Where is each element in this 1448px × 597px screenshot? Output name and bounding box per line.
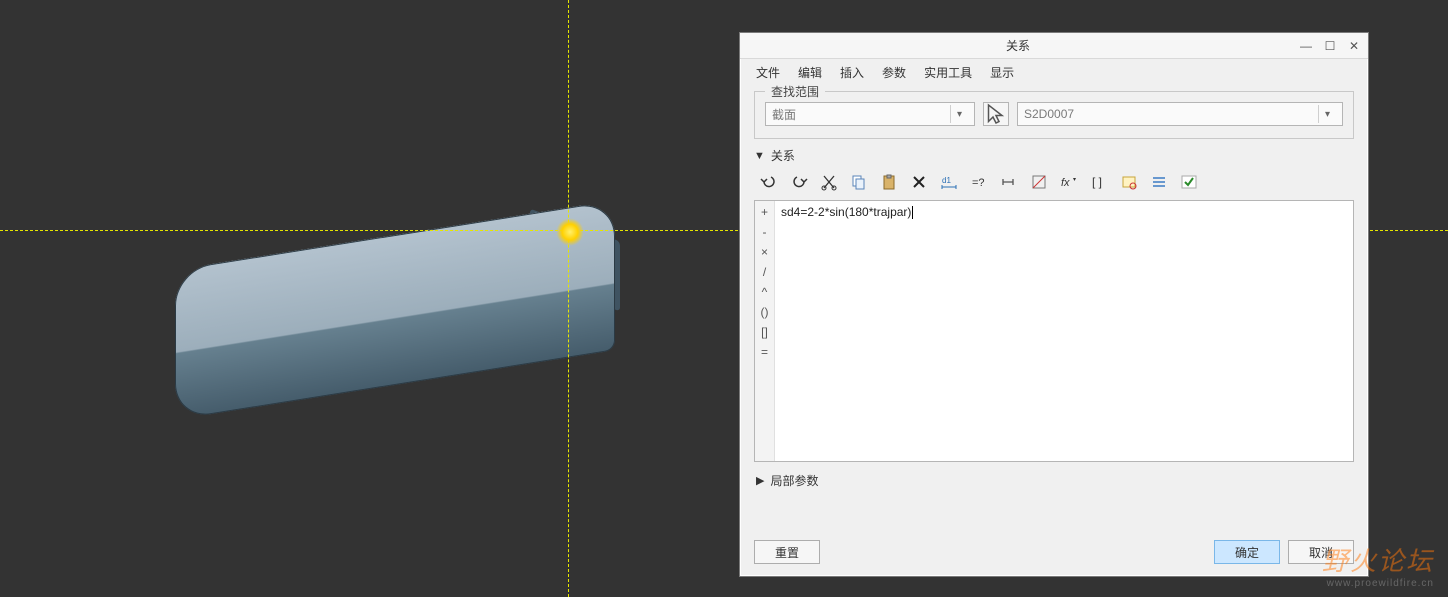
copy-button[interactable] — [846, 170, 872, 194]
delete-button[interactable] — [906, 170, 932, 194]
goto-button[interactable] — [996, 170, 1022, 194]
svg-text:fx: fx — [1061, 177, 1070, 189]
svg-text:d1: d1 — [942, 176, 951, 185]
dimension-button[interactable]: d1 — [936, 170, 962, 194]
dialog-title: 关系 — [740, 37, 1296, 54]
scope-fieldset: 查找范围 截面 ▾ S2D0007 ▾ — [754, 91, 1354, 139]
op-mult[interactable]: × — [761, 245, 768, 259]
editor-line-1: sd4=2-2*sin(180*trajpar) — [781, 205, 911, 219]
op-div[interactable]: / — [763, 265, 766, 279]
undo-icon — [760, 173, 778, 191]
local-params-header[interactable]: ▶ 局部参数 — [754, 462, 1354, 499]
menu-params[interactable]: 参数 — [874, 60, 914, 85]
triangle-down-icon: ▼ — [754, 150, 765, 162]
ok-button[interactable]: 确定 — [1214, 540, 1280, 564]
op-eq[interactable]: = — [761, 345, 768, 359]
menubar: 文件 编辑 插入 参数 实用工具 显示 — [740, 59, 1368, 85]
scope-object-combo[interactable]: S2D0007 ▾ — [1017, 102, 1343, 126]
cursor-icon — [984, 102, 1008, 126]
minimize-button[interactable]: — — [1296, 38, 1316, 54]
cut-icon — [820, 173, 838, 191]
svg-text:▾: ▾ — [1073, 177, 1076, 183]
scope-legend: 查找范围 — [765, 83, 825, 100]
relations-dialog: 关系 — ☐ ✕ 文件 编辑 插入 参数 实用工具 显示 查找范围 截面 ▾ S… — [739, 32, 1369, 577]
chevron-down-icon: ▾ — [1318, 105, 1336, 123]
menu-tools[interactable]: 实用工具 — [916, 60, 980, 85]
brackets-button[interactable]: [ ] — [1086, 170, 1112, 194]
redo-icon — [790, 173, 808, 191]
svg-text:=?: =? — [972, 177, 985, 189]
op-plus[interactable]: + — [761, 205, 768, 219]
fx-button[interactable]: fx▾ — [1056, 170, 1082, 194]
menu-edit[interactable]: 编辑 — [790, 60, 830, 85]
svg-text:[ ]: [ ] — [1092, 175, 1102, 189]
maximize-button[interactable]: ☐ — [1320, 38, 1340, 54]
op-paren[interactable]: () — [761, 305, 769, 319]
undo-button[interactable] — [756, 170, 782, 194]
model-part — [175, 200, 615, 420]
dialog-footer: 重置 确定 取消 — [740, 530, 1368, 576]
evaluate-button[interactable]: =? — [966, 170, 992, 194]
verify-button[interactable] — [1176, 170, 1202, 194]
check-icon — [1180, 173, 1198, 191]
redo-button[interactable] — [786, 170, 812, 194]
op-minus[interactable]: - — [763, 225, 767, 239]
operator-gutter: + - × / ^ () [] = — [755, 201, 775, 461]
relations-editor[interactable]: sd4=2-2*sin(180*trajpar) — [775, 201, 1353, 461]
dimension-icon: d1 — [940, 173, 958, 191]
fx-icon: fx▾ — [1060, 173, 1078, 191]
sort-icon — [1150, 173, 1168, 191]
relations-section-label: 关系 — [771, 147, 795, 164]
reset-button[interactable]: 重置 — [754, 540, 820, 564]
chevron-down-icon: ▾ — [950, 105, 968, 123]
scope-object-value: S2D0007 — [1024, 107, 1074, 121]
brackets-icon: [ ] — [1090, 173, 1108, 191]
highlight-icon — [1120, 173, 1138, 191]
cut-button[interactable] — [816, 170, 842, 194]
menu-insert[interactable]: 插入 — [832, 60, 872, 85]
axis-vertical — [568, 0, 569, 597]
relations-section-header[interactable]: ▼ 关系 — [754, 145, 1354, 170]
cancel-button[interactable]: 取消 — [1288, 540, 1354, 564]
goto-icon — [1000, 173, 1018, 191]
pick-button[interactable] — [983, 102, 1009, 126]
paste-icon — [880, 173, 898, 191]
op-bracket[interactable]: [] — [761, 325, 768, 339]
scope-type-combo[interactable]: 截面 ▾ — [765, 102, 975, 126]
origin-marker-icon — [556, 218, 584, 246]
relations-toolbar: d1 =? fx▾ [ ] — [754, 170, 1354, 200]
menu-display[interactable]: 显示 — [982, 60, 1022, 85]
relations-editor-area: + - × / ^ () [] = sd4=2-2*sin(180*trajpa… — [754, 200, 1354, 462]
local-params-label: 局部参数 — [770, 472, 818, 489]
scope-type-value: 截面 — [772, 106, 796, 123]
text-caret — [912, 206, 913, 219]
menu-file[interactable]: 文件 — [748, 60, 788, 85]
titlebar[interactable]: 关系 — ☐ ✕ — [740, 33, 1368, 59]
paste-button[interactable] — [876, 170, 902, 194]
close-button[interactable]: ✕ — [1344, 38, 1364, 54]
evaluate-icon: =? — [970, 173, 988, 191]
sort-button[interactable] — [1146, 170, 1172, 194]
highlight-button[interactable] — [1116, 170, 1142, 194]
op-pow[interactable]: ^ — [762, 285, 768, 299]
triangle-right-icon: ▶ — [756, 474, 764, 487]
units-icon — [1030, 173, 1048, 191]
copy-icon — [850, 173, 868, 191]
delete-icon — [910, 173, 928, 191]
units-button[interactable] — [1026, 170, 1052, 194]
